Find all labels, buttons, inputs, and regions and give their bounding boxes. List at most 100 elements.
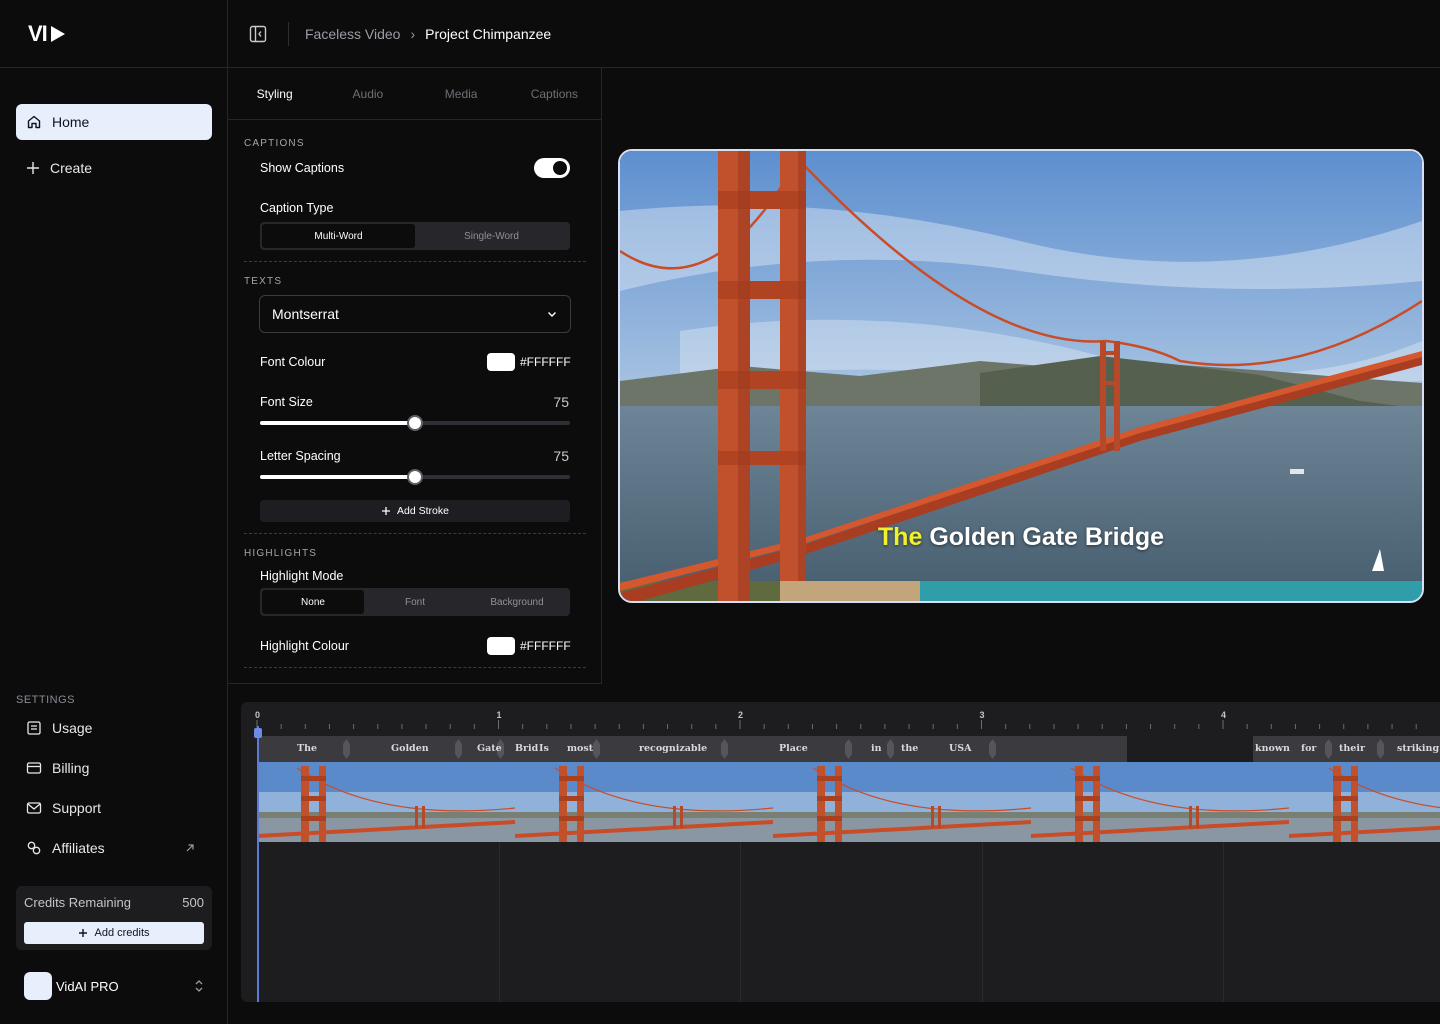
account-name: VidAI PRO <box>56 978 119 994</box>
header-divider <box>288 21 289 46</box>
mail-icon <box>26 802 42 814</box>
playhead-handle[interactable] <box>254 728 262 738</box>
styling-panel: Styling Audio Media Captions CAPTIONS Sh… <box>228 68 602 684</box>
font-family-select[interactable]: Montserrat <box>259 295 571 333</box>
sidebar-item-label: Usage <box>52 720 93 736</box>
video-thumbnail <box>773 762 1031 842</box>
slider-thumb[interactable] <box>407 415 423 431</box>
caption-word[interactable]: in <box>871 743 882 754</box>
tab-audio[interactable]: Audio <box>321 87 414 101</box>
tab-captions[interactable]: Captions <box>508 87 601 101</box>
captions-section-label: CAPTIONS <box>244 138 305 149</box>
credits-card: Credits Remaining 500 Add credits <box>16 886 212 950</box>
caption-word[interactable]: striking <box>1397 743 1439 754</box>
sidebar-item-create[interactable]: Create <box>16 150 212 186</box>
account-switcher[interactable]: VidAI PRO <box>24 972 212 1000</box>
logo-area: VI <box>0 0 227 68</box>
plus-icon <box>79 929 88 937</box>
caption-word[interactable]: Golden <box>391 743 429 754</box>
ruler-label: 0 <box>255 710 261 720</box>
card-icon <box>26 762 42 774</box>
affiliates-icon <box>27 841 41 855</box>
video-thumbnail <box>515 762 773 842</box>
plus-icon <box>27 162 39 174</box>
letter-spacing-value: 75 <box>553 448 569 464</box>
tab-styling[interactable]: Styling <box>228 87 321 101</box>
timeline-gridline <box>981 842 983 1002</box>
sidebar-item-billing[interactable]: Billing <box>16 750 212 786</box>
caption-word[interactable]: the <box>901 743 918 754</box>
show-captions-toggle[interactable] <box>534 158 570 178</box>
credits-label: Credits Remaining <box>24 895 131 910</box>
video-thumbnail <box>257 762 515 842</box>
add-stroke-label: Add Stroke <box>397 505 449 517</box>
timeline[interactable]: 0 1 2 3 4 The Golden Gate Brid Is most recognizabl… <box>241 702 1440 1002</box>
letter-spacing-label: Letter Spacing <box>260 449 341 463</box>
caption-word[interactable]: Brid <box>515 743 538 754</box>
highlight-mode-background[interactable]: Background <box>466 590 568 614</box>
highlight-colour-value: #FFFFFF <box>520 639 571 653</box>
caption-type-single-word[interactable]: Single-Word <box>415 224 568 248</box>
home-icon <box>27 115 41 129</box>
play-logo-icon <box>50 25 65 42</box>
slider-thumb[interactable] <box>407 469 423 485</box>
breadcrumb-current: Project Chimpanzee <box>425 25 552 42</box>
section-divider <box>244 261 586 262</box>
app-logo[interactable]: VI <box>28 21 65 47</box>
highlight-colour-swatch[interactable] <box>487 637 515 655</box>
caption-word[interactable]: The <box>297 743 317 754</box>
letter-spacing-slider[interactable] <box>260 469 570 485</box>
sidebar-item-support[interactable]: Support <box>16 790 212 826</box>
timeline-gridline <box>498 842 500 1002</box>
caption-word[interactable]: recognizable <box>639 743 707 754</box>
tab-media[interactable]: Media <box>415 87 508 101</box>
caption-word[interactable]: for <box>1301 743 1316 754</box>
font-colour-picker[interactable]: #FFFFFF <box>487 353 571 371</box>
timeline-ruler[interactable] <box>241 702 1440 736</box>
caption-word[interactable]: most <box>567 743 593 754</box>
toggle-sidebar-button[interactable] <box>248 24 268 44</box>
slider-fill <box>260 421 415 425</box>
add-credits-label: Add credits <box>94 927 150 939</box>
caption-word[interactable]: USA <box>949 743 972 754</box>
sidebar-toggle-icon <box>249 25 267 42</box>
slider-fill <box>260 475 415 479</box>
sidebar-item-home[interactable]: Home <box>16 104 212 140</box>
caption-word-track[interactable]: The Golden Gate Brid Is most recognizable Place… <box>257 736 1440 762</box>
video-thumbnail-track[interactable] <box>257 762 1440 842</box>
caption-word[interactable]: their <box>1339 743 1365 754</box>
breadcrumb-parent[interactable]: Faceless Video <box>305 26 400 42</box>
caption-word[interactable]: Gate <box>477 743 502 754</box>
playhead[interactable] <box>257 726 259 1002</box>
highlights-section-label: HIGHLIGHTS <box>244 548 318 559</box>
sidebar-item-affiliates[interactable]: Affiliates <box>16 830 212 866</box>
font-size-slider[interactable] <box>260 415 570 431</box>
video-thumbnail <box>1031 762 1289 842</box>
highlight-mode-none[interactable]: None <box>262 590 364 614</box>
caption-highlight-word: The <box>877 523 923 551</box>
caption-word[interactable]: Is <box>539 743 549 754</box>
timeline-gridline <box>1223 842 1224 1002</box>
caption-type-multi-word[interactable]: Multi-Word <box>262 224 415 248</box>
ruler-label: 4 <box>1221 710 1227 720</box>
ruler-label: 2 <box>738 710 744 720</box>
chevron-up-down-icon <box>195 980 203 992</box>
font-colour-label: Font Colour <box>260 355 326 369</box>
usage-icon <box>27 721 41 735</box>
sidebar-item-label: Affiliates <box>52 840 105 856</box>
highlight-colour-picker[interactable]: #FFFFFF <box>487 637 571 655</box>
highlight-mode-font[interactable]: Font <box>364 590 466 614</box>
logo-text: VI <box>28 20 48 46</box>
sidebar-item-label: Support <box>52 800 102 816</box>
add-stroke-button[interactable]: Add Stroke <box>260 500 570 522</box>
add-credits-button[interactable]: Add credits <box>24 922 204 944</box>
panel-tabs: Styling Audio Media Captions <box>228 68 601 120</box>
caption-word[interactable]: Place <box>779 743 808 754</box>
section-divider <box>244 533 586 534</box>
font-colour-swatch[interactable] <box>487 353 515 371</box>
caption-word[interactable]: known <box>1255 743 1290 754</box>
settings-section-label: SETTINGS <box>16 694 76 706</box>
show-captions-label: Show Captions <box>260 161 345 175</box>
video-preview[interactable]: The Golden Gate Bridge <box>618 149 1424 603</box>
sidebar-item-usage[interactable]: Usage <box>16 710 212 746</box>
